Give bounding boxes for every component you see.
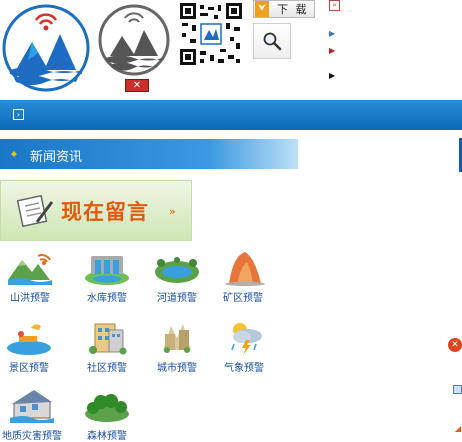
expand-box-icon[interactable]: › — [13, 109, 24, 120]
news-title: 新闻资讯 — [30, 150, 83, 165]
warning-river[interactable]: 河道预警 — [146, 250, 208, 304]
warning-weather[interactable]: 气象预警 — [213, 320, 275, 374]
warning-mountain-flood[interactable]: 山洪预警 — [0, 250, 61, 304]
corner-arrow-icon[interactable]: ◢ — [455, 424, 461, 433]
leave-message-banner[interactable]: 现在留言 » — [0, 180, 192, 241]
warning-label: 水库预警 — [87, 293, 127, 304]
warning-label: 山洪预警 — [10, 293, 50, 304]
warning-forest[interactable]: 森林预警 — [76, 388, 138, 442]
community-icon — [89, 323, 127, 355]
brand-logo — [2, 4, 90, 92]
close-icon[interactable]: » — [329, 0, 340, 11]
download-button[interactable]: ⮟ 下 载 — [253, 0, 315, 18]
notepad-icon — [17, 194, 54, 228]
news-section-header[interactable]: 新闻资讯 — [0, 139, 298, 169]
geological-disaster-icon — [10, 390, 54, 423]
search-icon — [263, 32, 282, 51]
close-float-button[interactable]: ✕ — [448, 338, 462, 352]
brand-logo-gray — [98, 4, 170, 76]
download-label: 下 载 — [277, 3, 309, 16]
arrow-right-icon[interactable]: ▶ — [329, 46, 335, 55]
scenic-area-icon — [7, 324, 51, 355]
warning-geological-disaster[interactable]: 地质灾害预警 — [1, 388, 63, 442]
mine-icon — [225, 252, 265, 286]
warning-label: 河道预警 — [157, 293, 197, 304]
warning-scenic-area[interactable]: 景区预警 — [0, 320, 60, 374]
city-icon — [163, 324, 191, 353]
warning-label: 景区预警 — [9, 363, 49, 374]
warning-label: 气象预警 — [224, 363, 264, 374]
nav-bar: › — [0, 100, 462, 130]
warning-label: 矿区预警 — [223, 293, 263, 304]
warning-label: 社区预警 — [87, 363, 127, 374]
reservoir-icon — [85, 256, 129, 285]
close-button[interactable]: ✕ — [125, 79, 149, 92]
arrow-right-icon[interactable]: ▶ — [329, 29, 335, 38]
window-icon[interactable] — [453, 385, 462, 394]
warning-city[interactable]: 城市预警 — [146, 320, 208, 374]
weather-icon — [231, 323, 262, 355]
forest-icon — [85, 394, 129, 422]
leave-message-label: 现在留言 — [61, 200, 149, 224]
river-icon — [155, 257, 199, 283]
chevron-right-icon: » — [169, 205, 176, 218]
warning-community[interactable]: 社区预警 — [76, 320, 138, 374]
warning-label: 城市预警 — [157, 363, 197, 374]
warning-mine[interactable]: 矿区预警 — [212, 250, 274, 304]
arrow-right-icon[interactable]: ▶ — [329, 71, 335, 80]
mountain-flood-icon — [8, 254, 52, 285]
warning-reservoir[interactable]: 水库预警 — [76, 250, 138, 304]
bullet-icon — [11, 151, 17, 157]
qr-code — [180, 3, 242, 65]
search-button[interactable] — [253, 23, 291, 59]
chevron-down-icon: ⮟ — [255, 1, 269, 17]
